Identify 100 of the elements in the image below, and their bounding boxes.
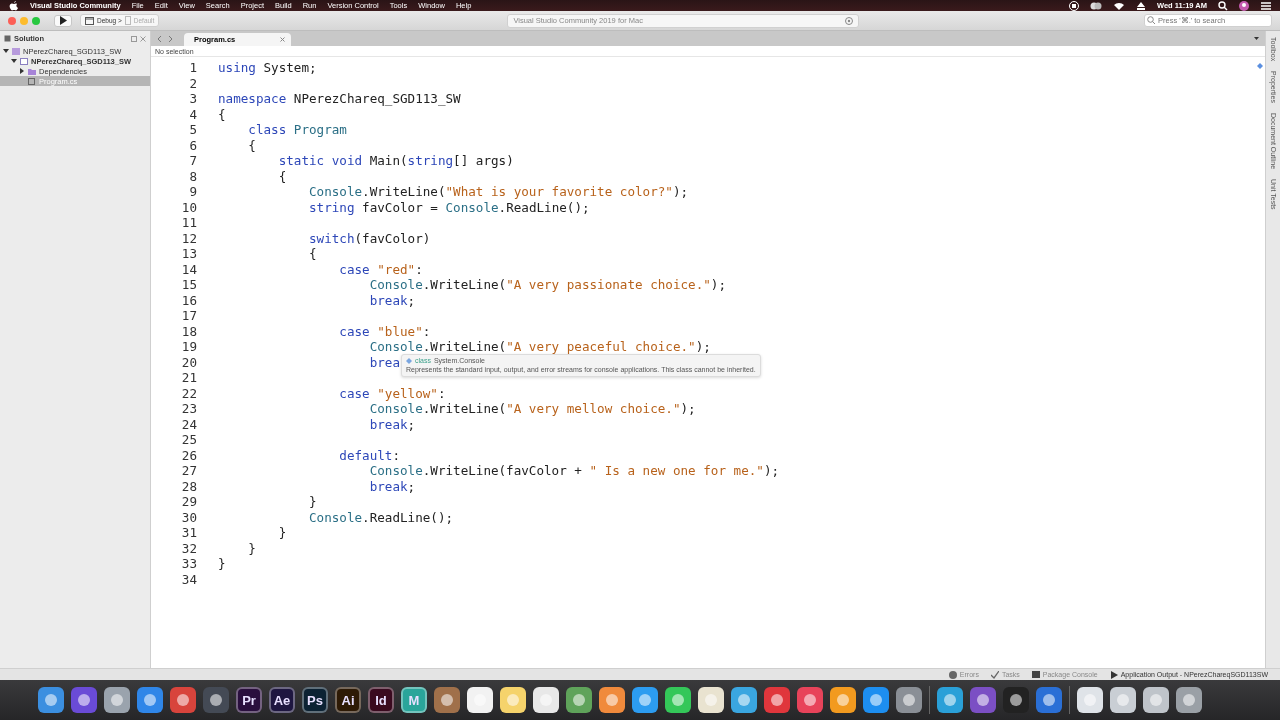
line-number: 6 — [188, 137, 197, 153]
app-icon[interactable] — [533, 687, 559, 713]
code-line: break; — [368, 416, 416, 432]
app-icon[interactable] — [500, 687, 526, 713]
app-icon[interactable] — [203, 687, 229, 713]
line-number: 30 — [180, 509, 197, 525]
forward-icon[interactable] — [168, 34, 174, 43]
app-icon[interactable] — [731, 687, 757, 713]
app-icon[interactable] — [937, 687, 963, 713]
dock-app-icon[interactable]: Ai — [335, 687, 361, 713]
line-number: 11 — [180, 215, 197, 231]
app-icon[interactable] — [104, 687, 130, 713]
line-number: 12 — [180, 230, 197, 246]
line-number: 19 — [180, 339, 197, 355]
collapsed-arrow-icon[interactable] — [19, 68, 25, 74]
app-icon[interactable] — [1110, 687, 1136, 713]
app-icon[interactable] — [797, 687, 823, 713]
app-icon[interactable] — [1003, 687, 1029, 713]
app-icon[interactable] — [632, 687, 658, 713]
line-number: 25 — [180, 432, 197, 448]
line-number: 24 — [180, 416, 197, 432]
app-icon[interactable] — [698, 687, 724, 713]
line-number: 13 — [180, 246, 197, 262]
code-line: static void Main(string[] args) — [277, 153, 514, 169]
app-icon[interactable] — [863, 687, 889, 713]
line-number: 15 — [180, 277, 197, 293]
code-line: } — [218, 556, 226, 572]
code-line: Console.ReadLine(); — [308, 509, 454, 525]
app-icon[interactable] — [71, 687, 97, 713]
line-number: 1 — [188, 60, 197, 76]
app-icon[interactable] — [38, 687, 64, 713]
window-icon — [85, 16, 94, 25]
app-icon[interactable] — [764, 687, 790, 713]
solution-icon — [12, 47, 20, 55]
line-number: 4 — [188, 106, 197, 122]
class-icon — [406, 357, 412, 364]
line-number: 33 — [180, 556, 197, 572]
line-number: 28 — [180, 478, 197, 494]
code-line: case "yellow": — [338, 385, 446, 401]
pad-icon — [4, 35, 11, 42]
menu-icon[interactable] — [1260, 0, 1272, 11]
app-icon[interactable] — [137, 687, 163, 713]
eject-icon[interactable] — [1135, 0, 1146, 11]
dock-app-icon[interactable]: Id — [368, 687, 394, 713]
line-number: 5 — [188, 122, 197, 138]
app-icon[interactable] — [970, 687, 996, 713]
code-line: Console.WriteLine("What is your favorite color?"); — [308, 184, 689, 200]
cloud-icon[interactable] — [1089, 0, 1102, 11]
run-button[interactable] — [54, 14, 72, 27]
user-avatar-icon[interactable] — [1239, 0, 1249, 11]
app-icon[interactable] — [896, 687, 922, 713]
code-line: } — [247, 540, 256, 556]
app-icon[interactable] — [1077, 687, 1103, 713]
code-line: { — [277, 168, 287, 184]
apple-icon[interactable] — [8, 0, 19, 11]
line-number: 10 — [180, 199, 197, 215]
line-number: 3 — [188, 91, 197, 107]
app-icon[interactable] — [566, 687, 592, 713]
line-number: 34 — [180, 571, 197, 587]
line-number: 8 — [188, 168, 197, 184]
app-icon[interactable] — [467, 687, 493, 713]
line-number: 7 — [188, 153, 197, 169]
back-icon[interactable] — [156, 34, 162, 43]
code-line: } — [277, 525, 287, 541]
line-number: 9 — [188, 184, 197, 200]
line-number: 27 — [180, 463, 197, 479]
marker-icon — [1257, 63, 1263, 69]
dock-app-icon[interactable]: Pr — [236, 687, 262, 713]
app-icon[interactable] — [599, 687, 625, 713]
code-line: { — [308, 246, 317, 262]
app-icon[interactable] — [665, 687, 691, 713]
app-icon[interactable] — [1176, 687, 1202, 713]
line-number: 18 — [180, 323, 197, 339]
app-icon[interactable] — [830, 687, 856, 713]
app-icon[interactable] — [1036, 687, 1062, 713]
search-icon — [1147, 16, 1156, 25]
project-icon — [20, 57, 28, 65]
dock-app-icon[interactable]: Ae — [269, 687, 295, 713]
code-line: string favColor = Console.ReadLine(); — [308, 199, 590, 215]
dock-app-icon[interactable]: Ps — [302, 687, 328, 713]
code-line: default: — [338, 447, 400, 463]
line-number: 29 — [180, 494, 197, 510]
file-icon — [28, 77, 36, 85]
code-line: brea — [368, 354, 400, 370]
code-line: using System; — [218, 60, 317, 76]
wifi-icon[interactable] — [1112, 0, 1125, 11]
code-line: Console.WriteLine("A very mellow choice."); — [368, 401, 696, 417]
code-line: break; — [368, 292, 416, 308]
dropdown-caret-icon[interactable] — [1254, 37, 1259, 40]
app-icon[interactable] — [170, 687, 196, 713]
info-icon[interactable] — [845, 16, 854, 25]
close-icon[interactable] — [280, 37, 286, 42]
record-icon[interactable] — [1068, 0, 1079, 11]
code-line: case "red": — [338, 261, 423, 277]
code-line: { — [247, 137, 256, 153]
line-number: 23 — [180, 401, 197, 417]
app-icon[interactable] — [1143, 687, 1169, 713]
device-icon — [124, 16, 131, 25]
app-icon[interactable] — [434, 687, 460, 713]
search-icon[interactable] — [1218, 0, 1228, 11]
